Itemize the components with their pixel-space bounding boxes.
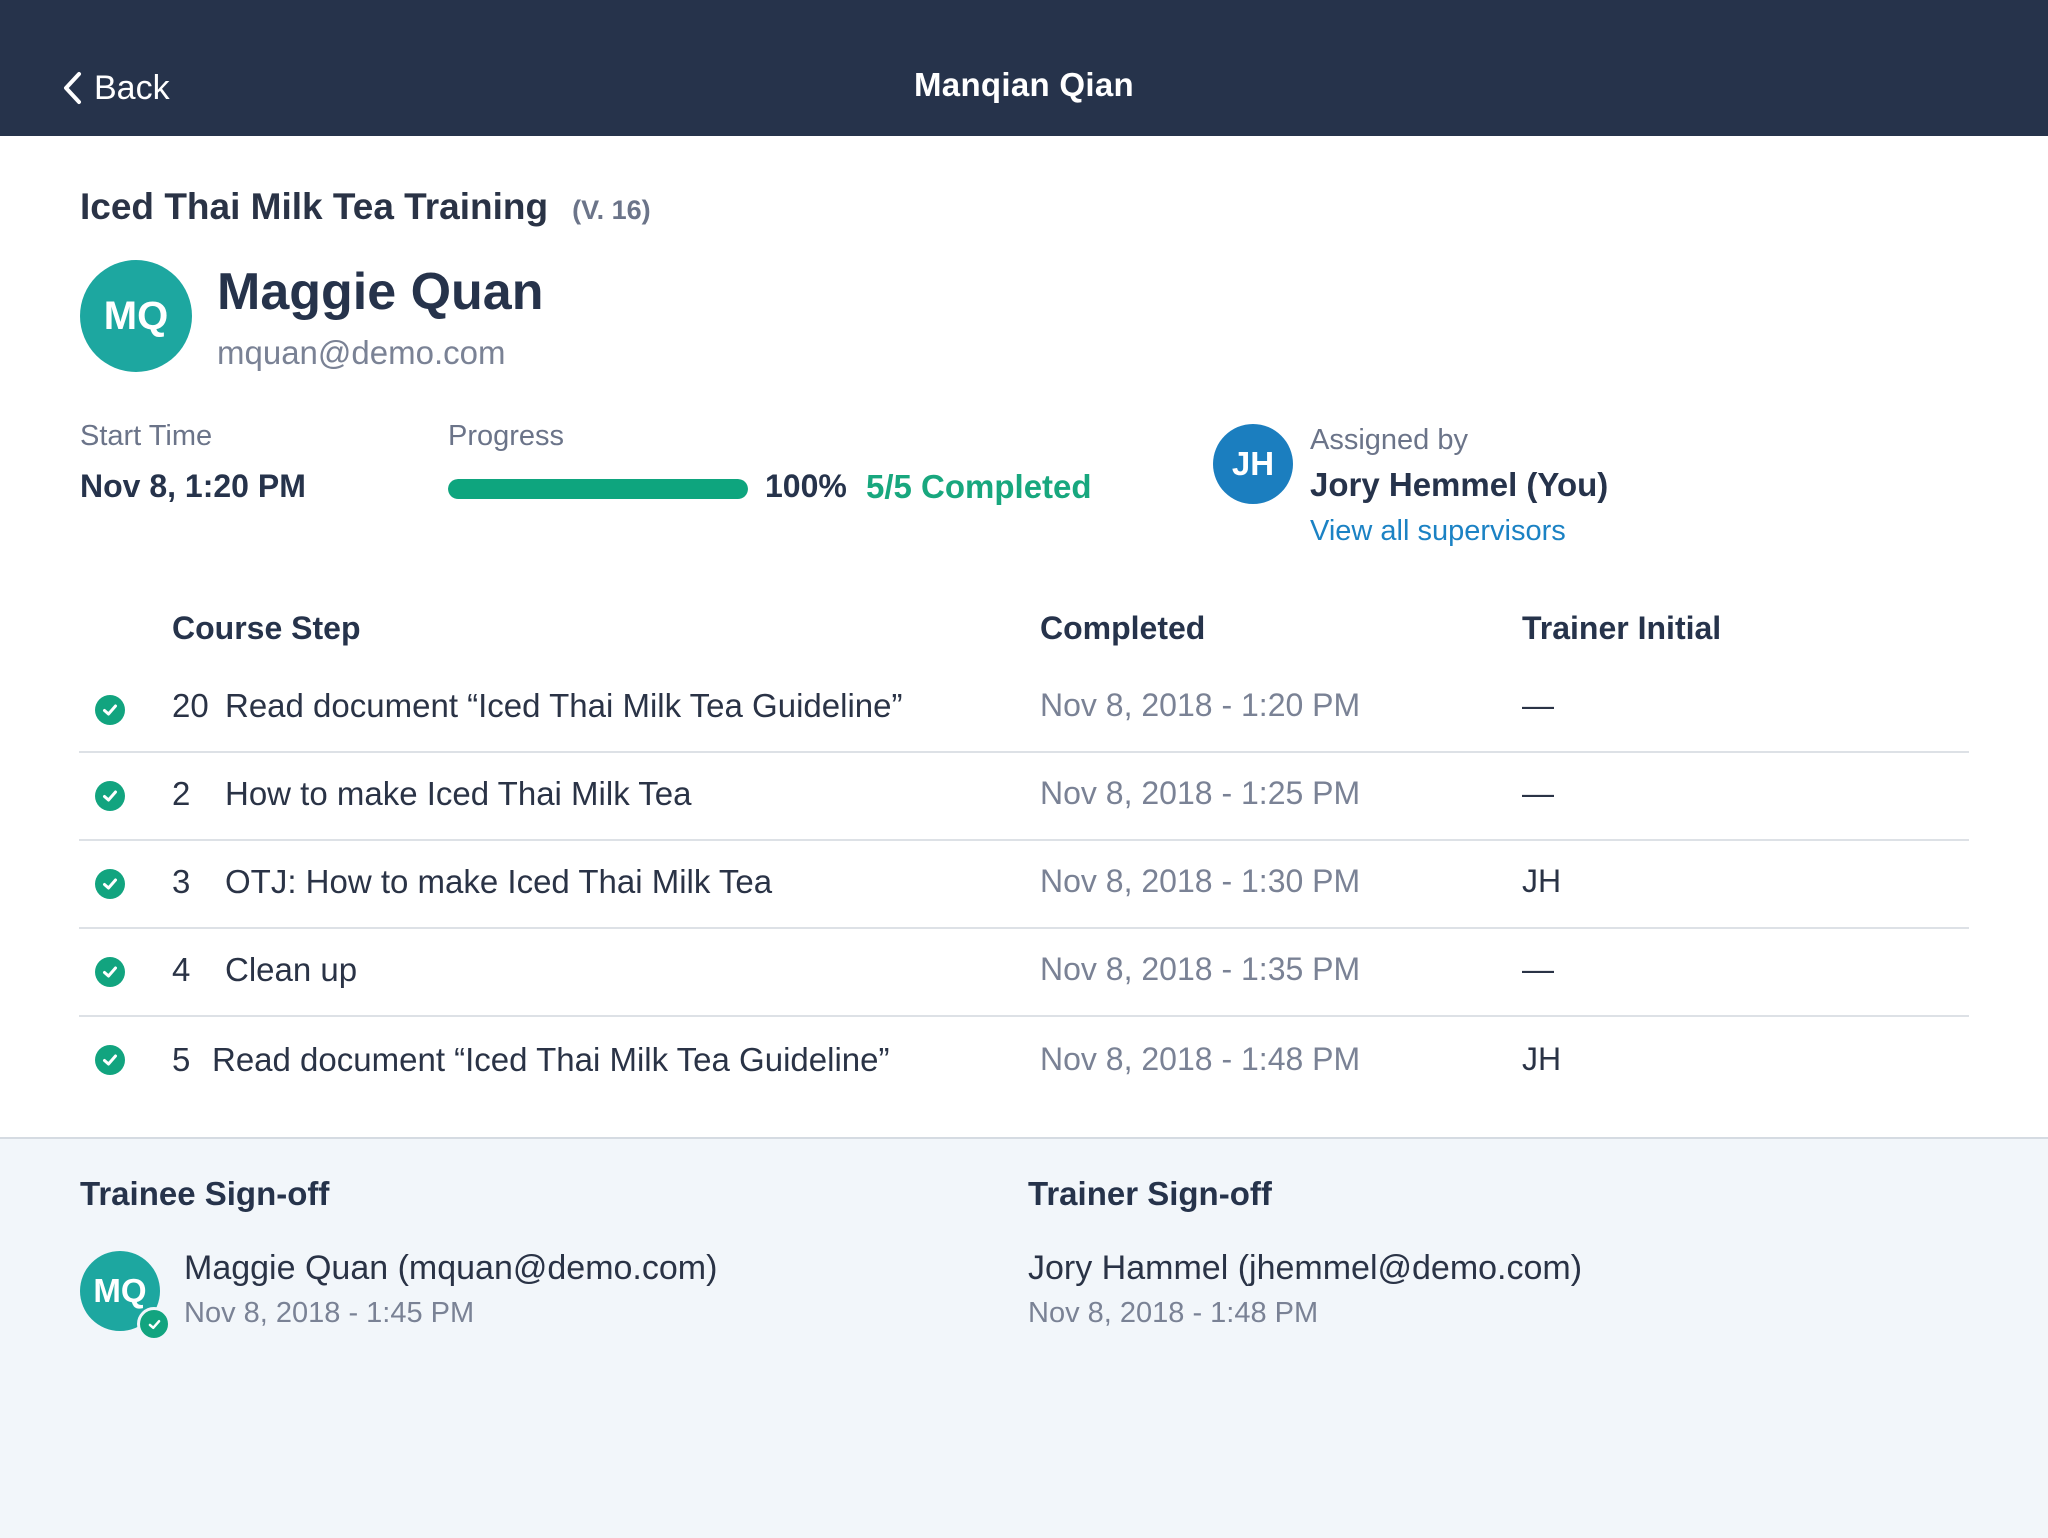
check-circle-icon [95, 957, 125, 987]
trainer-signoff-name: Jory Hammel (jhemmel@demo.com) [1028, 1249, 1583, 1287]
step-name: Read document “Iced Thai Milk Tea Guidel… [212, 1041, 890, 1078]
trainee-signoff-heading: Trainee Sign-off [80, 1175, 330, 1212]
step-completed-date: Nov 8, 2018 - 1:35 PM [1040, 951, 1361, 987]
table-row[interactable]: 4 Clean up Nov 8, 2018 - 1:35 PM — [79, 927, 1969, 1017]
trainee-signoff-name: Maggie Quan (mquan@demo.com) [184, 1249, 718, 1287]
signoff-section: Trainee Sign-off MQ Maggie Quan (mquan@d… [0, 1137, 2048, 1538]
assigner-avatar: JH [1213, 424, 1293, 504]
step-completed-date: Nov 8, 2018 - 1:30 PM [1040, 863, 1361, 899]
table-row[interactable]: 20 Read document “Iced Thai Milk Tea Gui… [79, 663, 1969, 753]
step-number: 20 [172, 687, 209, 724]
table-row[interactable]: 3 OTJ: How to make Iced Thai Milk Tea No… [79, 839, 1969, 929]
column-header-trainer-initial: Trainer Initial [1522, 610, 1722, 646]
check-circle-icon [95, 695, 125, 725]
check-circle-icon [95, 781, 125, 811]
step-number: 5 [172, 1041, 191, 1078]
step-trainer-initial: — [1522, 687, 1554, 723]
step-number: 3 [172, 863, 191, 900]
step-name: Clean up [225, 951, 358, 988]
step-completed-date: Nov 8, 2018 - 1:20 PM [1040, 687, 1361, 723]
start-time-value: Nov 8, 1:20 PM [80, 468, 306, 504]
table-row[interactable]: 5 Read document “Iced Thai Milk Tea Guid… [79, 1015, 1969, 1103]
course-header: Iced Thai Milk Tea Training (V. 16) [80, 186, 651, 228]
progress-label: Progress [448, 420, 565, 452]
trainee-name: Maggie Quan [217, 263, 544, 321]
step-number: 4 [172, 951, 191, 988]
trainee-email: mquan@demo.com [217, 334, 506, 371]
step-name: How to make Iced Thai Milk Tea [225, 775, 692, 812]
progress-percent: 100% [765, 468, 847, 504]
top-nav-bar: Back Manqian Qian [0, 0, 2048, 136]
step-name: OTJ: How to make Iced Thai Milk Tea [225, 863, 773, 900]
step-number: 2 [172, 775, 191, 812]
progress-bar-fill [448, 479, 748, 499]
trainee-signoff-date: Nov 8, 2018 - 1:45 PM [184, 1297, 475, 1329]
start-time-label: Start Time [80, 420, 213, 452]
trainer-signoff-heading: Trainer Sign-off [1028, 1175, 1272, 1212]
course-title: Iced Thai Milk Tea Training [80, 186, 549, 227]
step-completed-date: Nov 8, 2018 - 1:25 PM [1040, 775, 1361, 811]
table-row[interactable]: 2 How to make Iced Thai Milk Tea Nov 8, … [79, 751, 1969, 841]
column-header-course-step: Course Step [172, 610, 361, 646]
check-badge-icon [137, 1307, 171, 1341]
step-trainer-initial: — [1522, 951, 1554, 987]
progress-bar [448, 479, 748, 499]
column-header-completed: Completed [1040, 610, 1206, 646]
nav-title: Manqian Qian [914, 66, 1134, 103]
step-name: Read document “Iced Thai Milk Tea Guidel… [225, 687, 903, 724]
course-version: (V. 16) [572, 195, 651, 225]
assigned-by-label: Assigned by [1310, 424, 1468, 456]
trainer-signoff-date: Nov 8, 2018 - 1:48 PM [1028, 1297, 1319, 1329]
progress-completed: 5/5 Completed [866, 468, 1092, 505]
check-circle-icon [95, 869, 125, 899]
view-all-supervisors-link[interactable]: View all supervisors [1310, 515, 1566, 548]
check-circle-icon [95, 1045, 125, 1075]
step-trainer-initial: — [1522, 775, 1554, 811]
step-trainer-initial: JH [1522, 1041, 1562, 1077]
step-trainer-initial: JH [1522, 863, 1562, 899]
trainee-avatar: MQ [80, 260, 192, 372]
assigned-by-name: Jory Hemmel (You) [1310, 466, 1609, 503]
step-completed-date: Nov 8, 2018 - 1:48 PM [1040, 1041, 1361, 1077]
